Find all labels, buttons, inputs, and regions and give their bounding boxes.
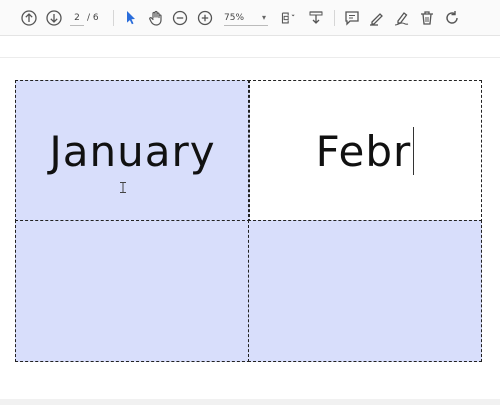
label-cell-1[interactable]: January [15, 80, 250, 222]
zoom-in-icon [197, 10, 213, 26]
toolbar-divider [334, 10, 335, 26]
label-cell-2[interactable]: Febr [248, 80, 482, 222]
hand-tool-icon [149, 10, 162, 26]
previous-page-button[interactable] [19, 8, 39, 28]
arrow-up-icon [21, 10, 37, 26]
hand-tool-button[interactable] [146, 8, 166, 28]
zoom-in-button[interactable] [195, 8, 215, 28]
zoom-out-icon [172, 10, 188, 26]
delete-button[interactable] [417, 8, 437, 28]
comment-button[interactable] [342, 8, 362, 28]
rotate-icon [446, 11, 458, 24]
pdf-toolbar: 2 / 6 75% ▾ [0, 0, 500, 36]
highlight-button[interactable] [367, 8, 387, 28]
select-pointer-icon [127, 11, 135, 25]
secondary-toolbar [0, 36, 500, 58]
highlighter-icon [370, 13, 383, 26]
label-text[interactable]: Febr [316, 127, 412, 176]
page-number-input[interactable]: 2 [70, 11, 84, 26]
comment-icon [345, 11, 359, 26]
rotate-button[interactable] [442, 8, 462, 28]
ibeam-cursor-icon [120, 182, 126, 193]
arrow-down-icon [46, 10, 62, 26]
download-button[interactable] [306, 8, 326, 28]
zoom-level-value: 75% [224, 13, 245, 23]
page-total: / 6 [87, 13, 99, 23]
pen-sign-icon [394, 12, 409, 26]
select-tool-button[interactable] [121, 8, 141, 28]
page-fit-button[interactable] [278, 8, 300, 28]
page-fit-icon [281, 12, 295, 24]
zoom-level-select[interactable]: 75% ▾ [224, 11, 268, 26]
toolbar-divider [113, 10, 114, 26]
zoom-out-button[interactable] [170, 8, 190, 28]
label-cell-3[interactable] [15, 220, 250, 362]
label-cell-4[interactable] [248, 220, 482, 362]
page-shadow-strip [0, 399, 500, 405]
text-cursor [413, 127, 415, 175]
next-page-button[interactable] [44, 8, 64, 28]
sign-button[interactable] [392, 8, 412, 28]
label-text[interactable]: January [49, 127, 215, 176]
trash-icon [421, 11, 433, 25]
label-grid: January Febr [15, 80, 482, 362]
download-icon [309, 11, 323, 24]
chevron-down-icon: ▾ [261, 13, 266, 22]
